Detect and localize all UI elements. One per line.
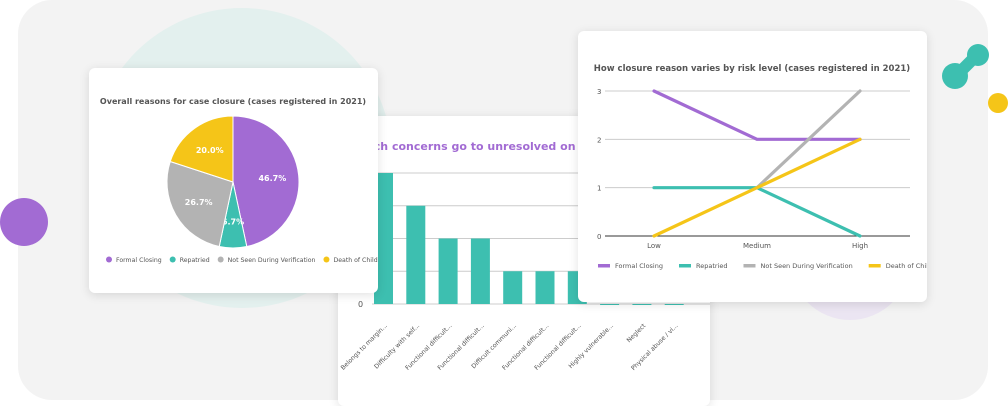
line-series	[652, 89, 862, 141]
pie-legend-marker	[169, 256, 176, 263]
pie-slice-label: 20.0%	[196, 146, 224, 155]
bar-x-tick: Neglect	[626, 322, 648, 344]
line-chart-card: How closure reason varies by risk level …	[578, 31, 927, 302]
bar	[535, 271, 555, 304]
line-legend-label: Death of Child	[886, 262, 927, 270]
line-legend-marker	[868, 264, 881, 268]
pie-chart: Overall reasons for case closure (cases …	[100, 97, 378, 264]
pie-legend-label: Not Seen During Verification	[228, 257, 316, 264]
pie-legend-marker	[323, 256, 330, 263]
decor-connector-teal	[942, 44, 989, 89]
line-series	[652, 186, 862, 238]
line-legend-label: Not Seen During Verification	[760, 262, 852, 270]
decor-dot-purple	[0, 198, 48, 246]
line-x-tick: Medium	[743, 242, 771, 250]
bar	[406, 205, 426, 304]
line-x-tick: Low	[647, 242, 661, 250]
pie-legend-label: Death of Child	[333, 257, 377, 264]
line-chart: How closure reason varies by risk level …	[594, 64, 927, 270]
bar	[438, 238, 458, 304]
line-y-tick: 1	[597, 185, 601, 193]
pie-chart-card: Overall reasons for case closure (cases …	[89, 68, 378, 293]
pie-legend-label: Repatried	[180, 257, 210, 264]
line-y-tick: 2	[597, 136, 601, 144]
pie-slice-label: 26.7%	[185, 198, 213, 207]
bar-y-tick: 0	[358, 300, 363, 309]
bar	[632, 304, 652, 305]
pie-slice-label: 46.7%	[258, 174, 286, 183]
line-chart-title: How closure reason varies by risk level …	[594, 64, 910, 74]
pie-chart-title: Overall reasons for case closure (cases …	[100, 97, 366, 106]
pie-legend-marker	[217, 256, 224, 263]
bar	[470, 238, 490, 304]
line-x-tick: High	[852, 242, 868, 250]
bar	[503, 271, 523, 304]
line-legend-marker	[679, 264, 691, 268]
line-y-tick: 3	[597, 88, 601, 96]
line-legend-marker	[598, 264, 610, 268]
pie-legend-marker	[106, 256, 112, 263]
pie-legend-label: Formal Closing	[116, 257, 162, 264]
line-legend-marker	[743, 264, 756, 268]
line-legend-label: Formal Closing	[615, 262, 663, 270]
line-y-tick: 0	[597, 233, 601, 241]
line-legend-label: Repatried	[696, 262, 727, 270]
bar	[600, 304, 620, 305]
bar	[664, 304, 684, 305]
